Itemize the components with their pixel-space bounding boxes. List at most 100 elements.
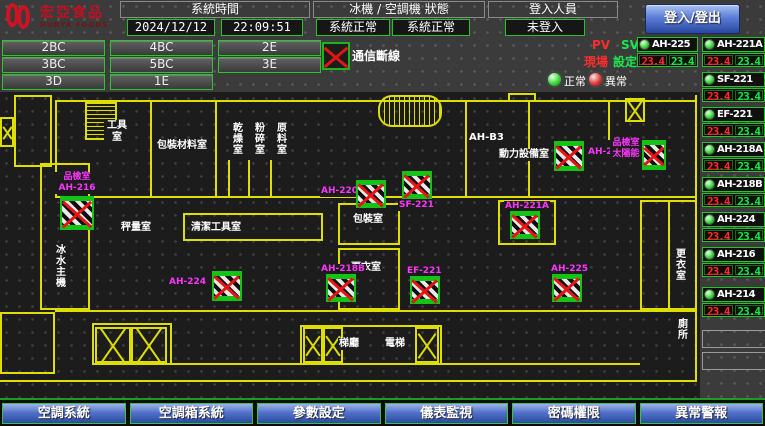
plan-wall: [228, 160, 230, 198]
unit-pv-value: 23.4: [704, 55, 733, 65]
unit-sv-value: 23.4: [735, 90, 764, 100]
floor-button-2e[interactable]: 2E: [218, 40, 321, 56]
disconnect-legend-label: 通信斷線: [352, 47, 400, 64]
stairs-x-icon: [303, 327, 323, 363]
room-label: 包裝室: [352, 214, 384, 226]
plan-wall: [170, 363, 640, 365]
marker-label: SF-221: [398, 200, 435, 211]
plan-wall: [0, 380, 697, 382]
room-label: 粉碎室: [251, 122, 265, 155]
ahu-marker-solar[interactable]: [642, 140, 666, 170]
hunya-logo-icon: [6, 3, 36, 31]
unit-block-ah-225[interactable]: AH-225 23.4 23.4: [637, 37, 698, 67]
unit-name: AH-216: [717, 249, 755, 260]
plan-wall: [668, 200, 670, 310]
empty-unit-slot: [702, 330, 765, 348]
plan-wall: [55, 310, 697, 312]
status-light-icon: [704, 144, 715, 155]
normal-legend-label: 正常: [564, 73, 586, 89]
floor-button-1e[interactable]: 1E: [110, 74, 213, 90]
room-label: 電梯: [384, 338, 406, 350]
plan-room: [0, 312, 55, 374]
machine-status-label: 冰機 / 空調機 狀態: [313, 1, 485, 18]
escalator-icon: [378, 95, 442, 127]
brand-logo: 宏亞食品 HUNYA FOODS: [6, 3, 108, 31]
room-label: 乾燥室: [229, 122, 243, 155]
plan-left-tower: [14, 95, 52, 167]
unit-sv-value: 23.4: [735, 125, 764, 135]
unit-sv-value: 23.4: [735, 195, 764, 205]
nav-button-alarm[interactable]: 異常警報: [640, 403, 764, 424]
floor-button-4bc[interactable]: 4BC: [110, 40, 213, 56]
nav-button-ac-system[interactable]: 空調系統: [2, 403, 126, 424]
unit-name: AH-225: [652, 39, 690, 50]
unit-pv-value: 23.4: [704, 265, 733, 275]
unit-sv-value: 23.4: [735, 55, 764, 65]
login-logout-button[interactable]: 登入/登出: [645, 4, 740, 34]
unit-block-ah-218b[interactable]: AH-218B 23.4 23.4: [702, 177, 765, 207]
unit-block-ah-224[interactable]: AH-224 23.4 23.4: [702, 212, 765, 242]
pv-header: PV: [592, 38, 610, 52]
room-label: 動力設備室: [498, 149, 550, 161]
room-label: 梯廳: [338, 338, 360, 350]
ahu-marker-ah-218b[interactable]: [326, 274, 356, 302]
ahu-marker-ah-220a[interactable]: [356, 180, 386, 208]
unit-block-ah-218a[interactable]: AH-218A 23.4 23.4: [702, 142, 765, 172]
room-label: 更衣室: [672, 248, 686, 281]
ahu-marker-ah-225[interactable]: [552, 274, 582, 302]
unit-block-sf-221[interactable]: SF-221 23.4 23.4: [702, 72, 765, 102]
floor-button-2bc[interactable]: 2BC: [2, 40, 105, 56]
unit-block-ah-214[interactable]: AH-214 23.4 23.4: [702, 287, 765, 317]
floor-button-5bc[interactable]: 5BC: [110, 57, 213, 73]
plan-wall: [608, 100, 610, 140]
stairs-x-icon: [95, 327, 131, 363]
unit-sv-value: 23.4: [735, 265, 764, 275]
ahu-marker-ah-214[interactable]: [554, 141, 584, 171]
plan-wall: [695, 95, 697, 382]
ahu-marker-sf-221[interactable]: [402, 171, 432, 199]
marker-label: AH-224: [168, 277, 207, 288]
ac-status-value: 系統正常: [392, 19, 470, 36]
floor-button-3d[interactable]: 3D: [2, 74, 105, 90]
floor-button-3bc[interactable]: 3BC: [2, 57, 105, 73]
ahu-marker-ah-224[interactable]: [212, 271, 242, 301]
status-light-icon: [704, 74, 715, 85]
unit-sv-value: 23.4: [735, 160, 764, 170]
login-user-value: 未登入: [505, 19, 585, 36]
plan-wall: [270, 160, 272, 198]
unit-block-ah-221a[interactable]: AH-221A 23.4 23.4: [702, 37, 765, 67]
empty-unit-slot: [702, 352, 765, 370]
unit-block-ah-216[interactable]: AH-216 23.4 23.4: [702, 247, 765, 277]
floor-button-3e[interactable]: 3E: [218, 57, 321, 73]
room-label: AH-B3: [468, 132, 505, 144]
status-light-icon: [639, 39, 650, 50]
nav-button-ahu-system[interactable]: 空調箱系統: [130, 403, 254, 424]
pv-row-label: 現場: [584, 53, 608, 70]
unit-name: AH-221A: [717, 39, 762, 50]
plan-wall: [465, 100, 467, 198]
ahu-marker-ef-221[interactable]: [410, 276, 440, 304]
disconnect-x-icon: [322, 42, 350, 70]
unit-block-ef-221[interactable]: EF-221 23.4 23.4: [702, 107, 765, 137]
room-label: 廁所: [674, 318, 688, 340]
abnormal-light-icon: [587, 71, 604, 88]
hmi-screen: 宏亞食品 HUNYA FOODS 系統時間 2024/12/12 22:09:5…: [0, 0, 765, 426]
stairs-x-icon: [415, 327, 439, 363]
room-label: 包裝材料室: [156, 140, 208, 152]
nav-button-password-auth[interactable]: 密碼權限: [512, 403, 636, 424]
unit-name: AH-214: [717, 289, 755, 300]
room-label: 工具室: [104, 120, 130, 143]
unit-name: AH-218A: [717, 144, 762, 155]
room-label: 冰水主機: [52, 244, 66, 288]
ahu-marker-ah-216[interactable]: [60, 196, 94, 230]
chiller-status-value: 系統正常: [316, 19, 390, 36]
unit-pv-value: 23.4: [704, 90, 733, 100]
nav-button-meter-monitor[interactable]: 儀表監視: [385, 403, 509, 424]
status-light-icon: [704, 289, 715, 300]
normal-light-icon: [546, 71, 563, 88]
unit-pv-value: 23.4: [639, 55, 667, 65]
room-label: 清潔工具室: [190, 222, 242, 234]
stairs-x-icon: [0, 117, 14, 147]
ahu-marker-ah-221a[interactable]: [510, 211, 540, 239]
nav-button-parameter-settings[interactable]: 參數設定: [257, 403, 381, 424]
